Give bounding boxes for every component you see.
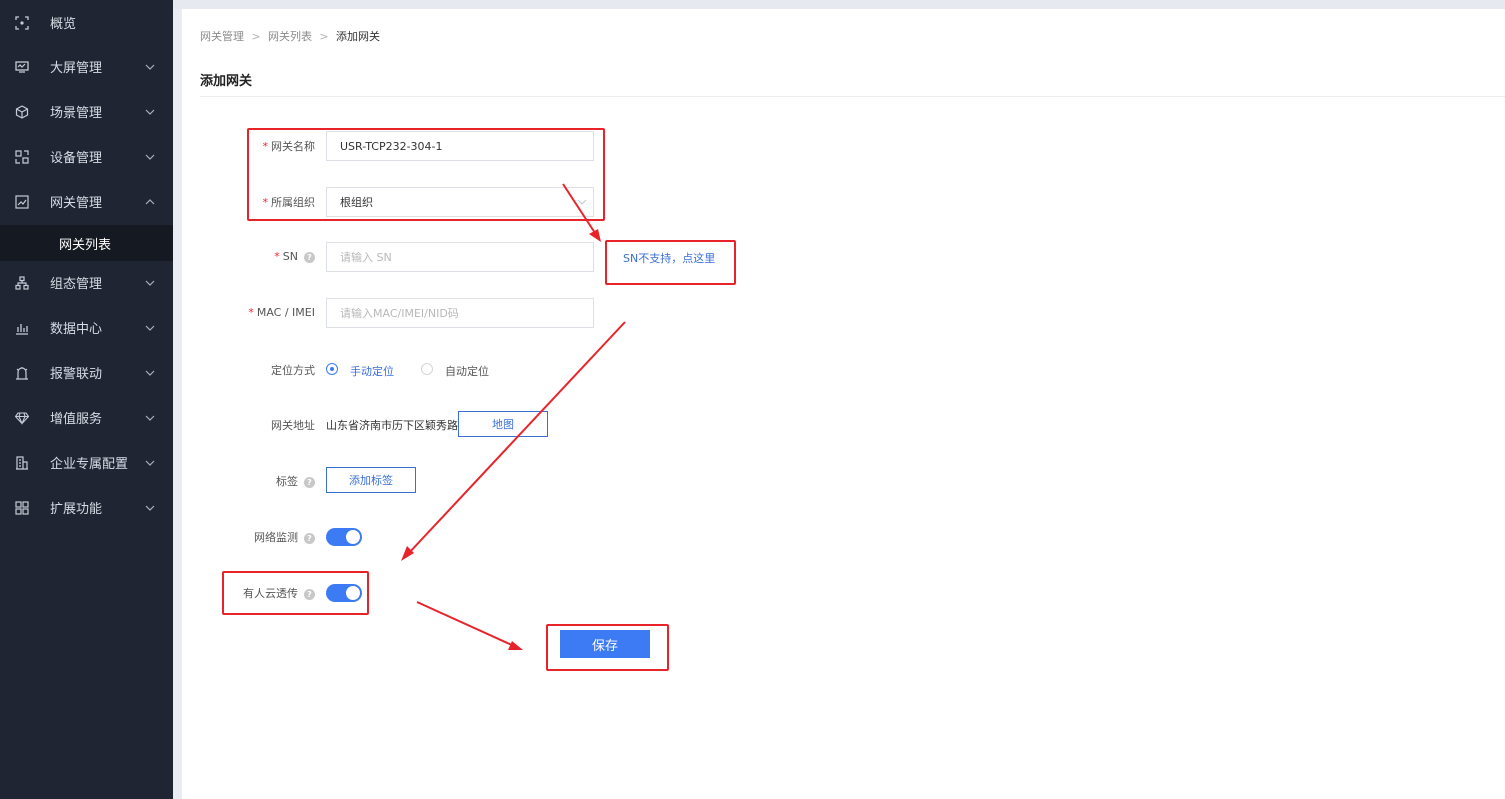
annotation-arrow-to-sn-link [562,183,598,237]
annotation-arrows [401,183,626,650]
annotation-arrow-to-save [416,601,515,647]
annotation-arrowhead [589,229,601,242]
annotation-arrowhead [508,641,523,650]
annotation-arrow-to-cloud-passthrough [407,321,626,555]
